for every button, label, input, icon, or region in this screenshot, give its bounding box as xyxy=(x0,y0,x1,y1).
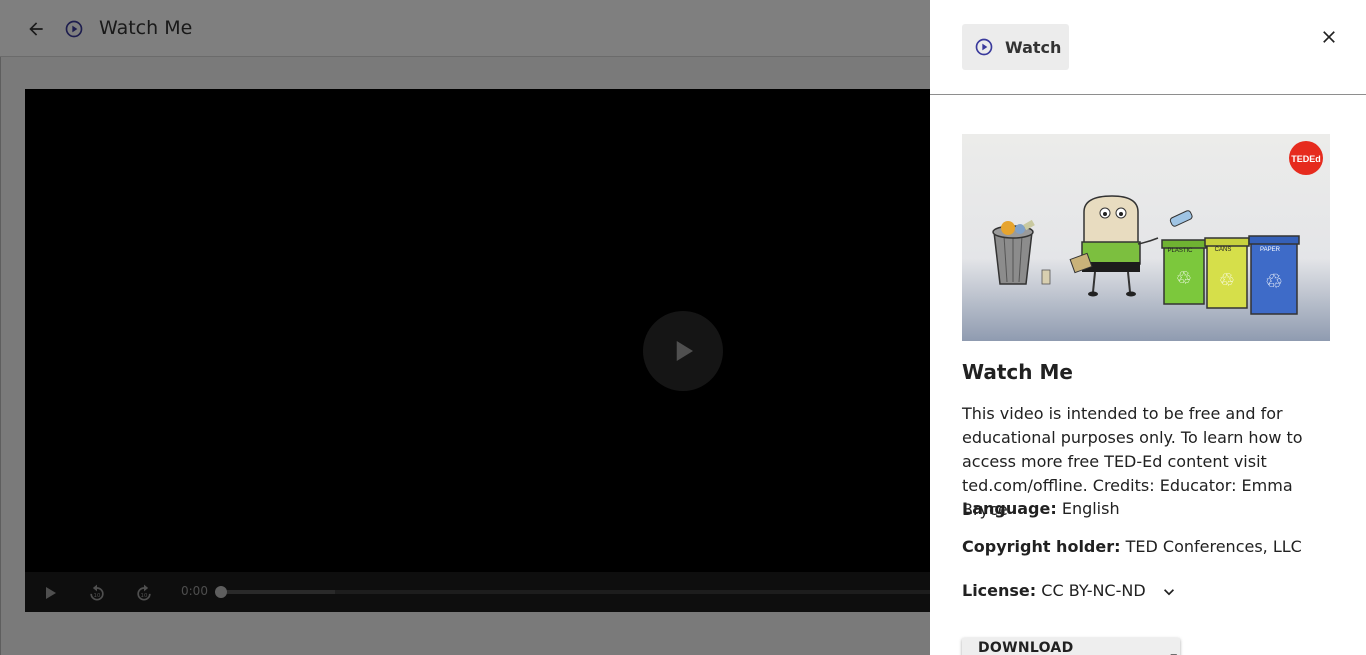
download-resource-button[interactable]: DOWNLOAD RESOURCE xyxy=(962,638,1180,655)
svg-text:PLASTIC: PLASTIC xyxy=(1167,248,1193,254)
caret-down-icon xyxy=(1169,654,1177,655)
panel-header: Watch xyxy=(930,0,1366,95)
language-value: English xyxy=(1061,499,1120,518)
license-value: CC BY-NC-ND xyxy=(1041,581,1146,600)
content-kind-label: Watch xyxy=(1005,37,1062,57)
recycling-bins-illustration: PLASTIC ♲ CANS ♲ PAPER ♲ xyxy=(1161,235,1300,315)
language-row: Language: English xyxy=(962,499,1120,518)
license-label: License: xyxy=(962,581,1037,600)
copyright-value: TED Conferences, LLC xyxy=(1125,537,1302,556)
close-icon xyxy=(1323,31,1335,43)
ted-ed-logo: TEDEd xyxy=(1289,141,1323,175)
language-label: Language: xyxy=(962,499,1057,518)
svg-text:♲: ♲ xyxy=(1176,268,1192,289)
video-thumbnail: TEDEd PLASTIC ♲ CANS ♲ PAPER ♲ xyxy=(962,134,1330,341)
content-kind-chip: Watch xyxy=(962,24,1069,70)
license-expand-button[interactable] xyxy=(1159,582,1179,602)
svg-text:PAPER: PAPER xyxy=(1260,247,1281,253)
resource-title: Watch Me xyxy=(962,360,1073,384)
svg-text:CANS: CANS xyxy=(1215,247,1232,253)
copyright-row: Copyright holder: TED Conferences, LLC xyxy=(962,537,1302,556)
svg-text:♲: ♲ xyxy=(1265,269,1283,293)
license-row: License: CC BY-NC-ND xyxy=(962,581,1179,602)
chevron-down-icon xyxy=(1163,588,1174,595)
close-button[interactable] xyxy=(1316,24,1342,50)
copyright-label: Copyright holder: xyxy=(962,537,1121,556)
download-resource-label: DOWNLOAD RESOURCE xyxy=(978,640,1074,655)
resource-side-panel: Watch TEDEd PLASTIC ♲ CANS ♲ PAPER ♲ Wat… xyxy=(930,0,1366,655)
play-circle-icon xyxy=(975,38,993,56)
svg-text:TEDEd: TEDEd xyxy=(1291,154,1321,164)
svg-text:♲: ♲ xyxy=(1219,270,1235,291)
